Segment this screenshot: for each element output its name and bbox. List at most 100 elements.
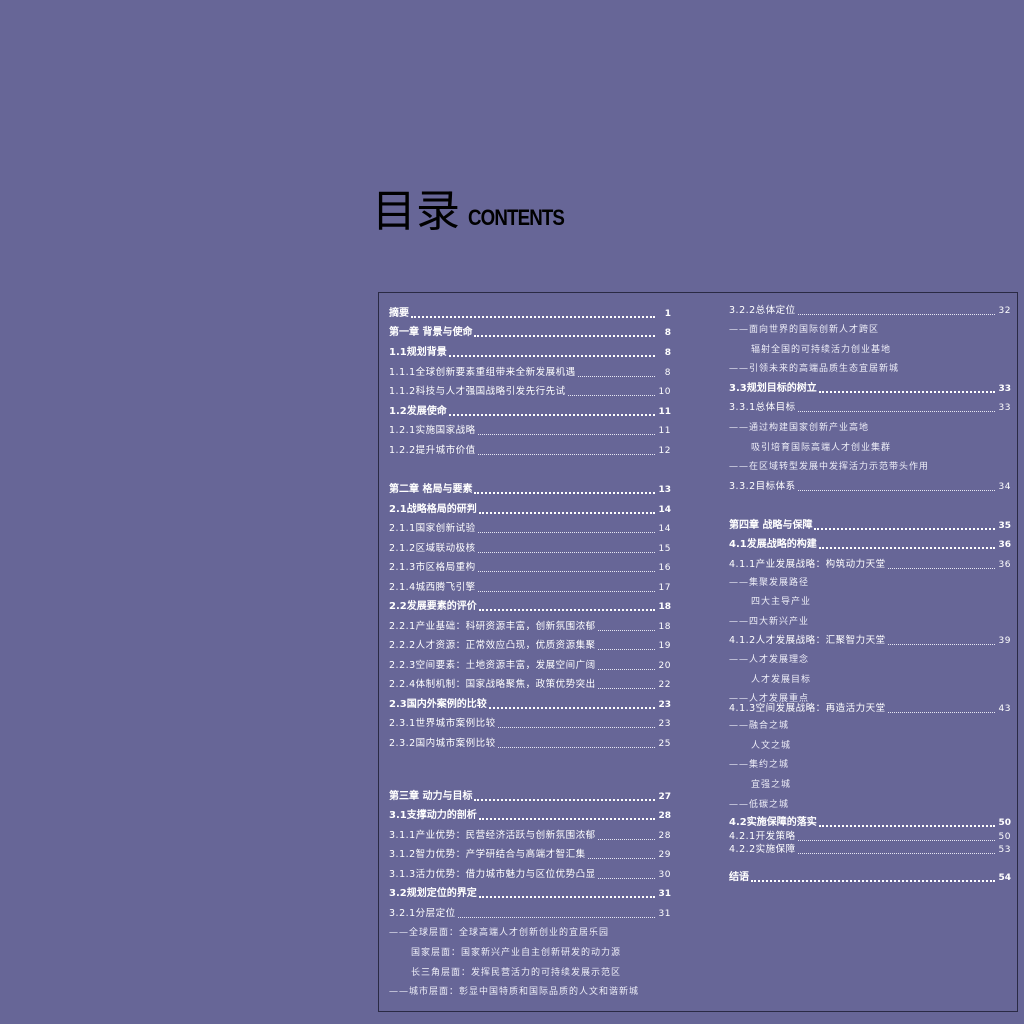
toc-entry-page: 13	[658, 485, 671, 495]
toc-dot-leader	[797, 490, 995, 491]
toc-dot-leader	[477, 434, 655, 435]
toc-entry: 1.2.2提升城市价值 12	[389, 443, 671, 459]
toc-entry-page: 30	[658, 870, 671, 880]
toc-entry-title: 第四章 战略与保障	[729, 520, 813, 531]
toc-dot-leader	[597, 688, 655, 689]
toc-dot-leader	[597, 669, 655, 670]
toc-dot-leader	[887, 712, 995, 713]
toc-entry: 2.1.2区域联动极核 15	[389, 541, 671, 557]
toc-entry: 3.2.1分层定位 31	[389, 906, 671, 922]
toc-entry-title: 四大主导产业	[751, 597, 812, 607]
toc-entry-page: 8	[664, 368, 671, 378]
toc-entry-page: 33	[998, 384, 1011, 394]
toc-dot-leader	[448, 414, 655, 416]
toc-entry-title: 3.3规划目标的树立	[729, 383, 817, 394]
toc-dot-leader	[567, 395, 655, 396]
toc-entry-page: 1	[664, 309, 671, 319]
toc-entry-title: 人才发展目标	[751, 675, 812, 685]
toc-entry: 2.2.1产业基础：科研资源丰富，创新氛围浓郁 18	[389, 619, 671, 635]
toc-dot-leader	[457, 917, 655, 918]
toc-entry: ——在区域转型发展中发挥活力示范带头作用	[729, 459, 1011, 475]
toc-entry-title: 3.2规划定位的界定	[389, 888, 477, 899]
toc-entry-title: ——引领未来的高端品质生态宜居新城	[729, 364, 900, 374]
toc-entry: ——四大新兴产业	[729, 614, 1011, 630]
toc-entry-title: 第三章 动力与目标	[389, 791, 473, 802]
toc-entry-title: 2.2.3空间要素：土地资源丰富，发展空间广阔	[389, 660, 596, 671]
toc-entry: ——人才发展理念	[729, 652, 1011, 668]
toc-entry: 3.3.1总体目标 33	[729, 400, 1011, 416]
toc-entry-title: 3.3.1总体目标	[729, 402, 796, 413]
toc-entry-page: 12	[658, 446, 671, 456]
toc-entry-title: 3.1.2智力优势：产学研结合与高端才智汇集	[389, 849, 586, 860]
toc-entry-page: 53	[998, 845, 1011, 855]
toc-dot-leader	[587, 858, 655, 859]
toc-dot-leader	[577, 376, 655, 377]
toc-entry-title: 3.3.2目标体系	[729, 481, 796, 492]
toc-entry: 4.1.3空间发展战略：再造活力天堂 43	[729, 701, 1011, 717]
toc-dot-leader	[474, 799, 655, 801]
toc-dot-leader	[478, 609, 655, 611]
toc-entry: 第三章 动力与目标 27	[389, 789, 671, 805]
toc-entry-title: 3.1.1产业优势：民营经济活跃与创新氛围浓郁	[389, 830, 596, 841]
toc-dot-leader	[477, 571, 655, 572]
toc-entry-page: 25	[658, 739, 671, 749]
toc-dot-leader	[488, 707, 655, 709]
toc-entry: 3.3.2目标体系 34	[729, 479, 1011, 495]
toc-entry-page: 17	[658, 583, 671, 593]
toc-entry-title: ——集约之城	[729, 760, 790, 770]
toc-dot-leader	[477, 532, 655, 533]
toc-entry: 4.1发展战略的构建 36	[729, 537, 1011, 553]
toc-entry-title: 4.2.2实施保障	[729, 844, 796, 855]
toc-entry: 3.2.2总体定位 32	[729, 303, 1011, 319]
toc-entry: ——全球层面：全球高端人才创新创业的宜居乐园	[389, 925, 671, 941]
toc-entry: 1.1.2科技与人才强国战略引发先行先试 10	[389, 384, 671, 400]
toc-dot-leader	[887, 644, 995, 645]
toc-entry: 第二章 格局与要素 13	[389, 482, 671, 498]
toc-dot-leader	[597, 630, 655, 631]
toc-entry-page: 35	[998, 521, 1011, 531]
toc-entry-title: 3.1支撑动力的剖析	[389, 810, 477, 821]
toc-entry-title: 长三角层面：发挥民营活力的可持续发展示范区	[411, 968, 622, 978]
toc-entry-title: ——全球层面：全球高端人才创新创业的宜居乐园	[389, 928, 610, 938]
toc-entry-page: 23	[658, 700, 671, 710]
toc-entry-page: 28	[658, 811, 671, 821]
toc-entry-page: 19	[658, 641, 671, 651]
toc-entry: 2.1.3市区格局重构 16	[389, 560, 671, 576]
toc-entry: 3.1.2智力优势：产学研结合与高端才智汇集 29	[389, 847, 671, 863]
toc-entry: 第四章 战略与保障 35	[729, 518, 1011, 534]
toc-entry: 国家层面：国家新兴产业自主创新研发的动力源	[389, 945, 671, 961]
toc-entry-title: 第二章 格局与要素	[389, 484, 473, 495]
toc-entry-title: 4.1.1产业发展战略：构筑动力天堂	[729, 559, 886, 570]
toc-entry: 长三角层面：发挥民营活力的可持续发展示范区	[389, 965, 671, 981]
toc-entry-title: 2.2.1产业基础：科研资源丰富，创新氛围浓郁	[389, 621, 596, 632]
toc-entry-page: 14	[658, 524, 671, 534]
toc-entry-page: 20	[658, 661, 671, 671]
toc-entry-title: ——面向世界的国际创新人才跨区	[729, 325, 880, 335]
page-title: 目录 CONTENTS	[372, 190, 581, 234]
toc-entry: 1.2.1实施国家战略 11	[389, 423, 671, 439]
toc-entry-page: 15	[658, 544, 671, 554]
toc-entry-title: ——低碳之城	[729, 800, 790, 810]
toc-entry: 吸引培育国际高端人才创业集群	[729, 440, 1011, 456]
toc-dot-leader	[497, 747, 655, 748]
toc-entry: 4.1.1产业发展战略：构筑动力天堂 36	[729, 557, 1011, 573]
toc-entry-title: 1.1规划背景	[389, 347, 447, 358]
toc-entry: 1.1规划背景 8	[389, 345, 671, 361]
toc-entry: 辐射全国的可持续活力创业基地	[729, 342, 1011, 358]
toc-dot-leader	[887, 568, 995, 569]
toc-entry-title: ——融合之城	[729, 721, 790, 731]
toc-entry: ——低碳之城	[729, 797, 1011, 813]
toc-entry-page: 11	[658, 407, 671, 417]
toc-entry-title: 3.2.2总体定位	[729, 305, 796, 316]
toc-entry: 2.3.2国内城市案例比较 25	[389, 736, 671, 752]
toc-entry: 宜强之城	[729, 777, 1011, 793]
toc-entry-title: 2.3.1世界城市案例比较	[389, 718, 496, 729]
toc-entry-title: 2.1.1国家创新试验	[389, 523, 476, 534]
toc-entry-page: 32	[998, 306, 1011, 316]
toc-entry-title: 4.1发展战略的构建	[729, 539, 817, 550]
toc-entry-page: 10	[658, 387, 671, 397]
toc-entry: 2.3国内外案例的比较 23	[389, 697, 671, 713]
toc-entry-title: 2.1.4城西腾飞引擎	[389, 582, 476, 593]
toc-entry-title: ——城市层面：彰显中国特质和国际品质的人文和谐新城	[389, 987, 640, 997]
toc-entry-page: 28	[658, 831, 671, 841]
